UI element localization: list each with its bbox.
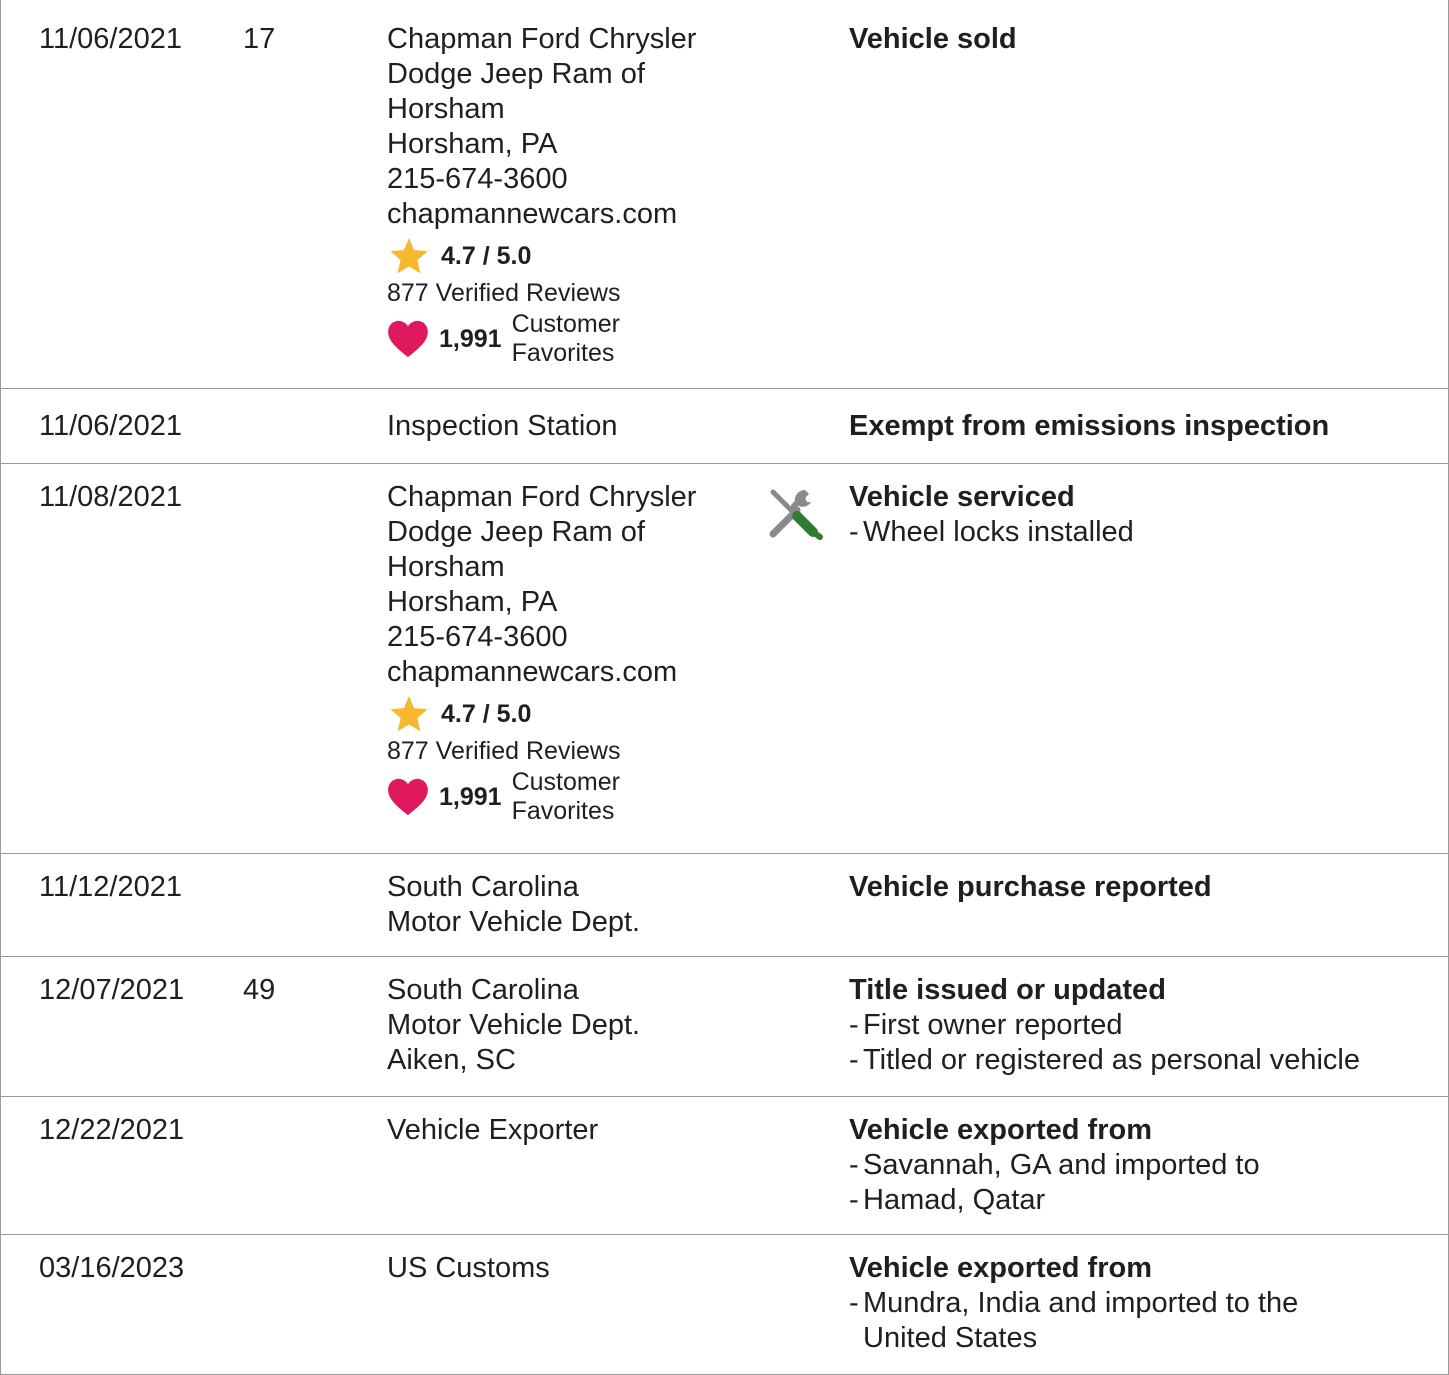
row-date: 12/22/2021 bbox=[39, 1114, 185, 1146]
customer-favorites: 1,991 Customer Favorites bbox=[387, 310, 767, 368]
service-tools-icon bbox=[767, 484, 825, 542]
row-details: Vehicle exported from Mundra, India and … bbox=[849, 1251, 1369, 1356]
history-row: 11/08/2021 Chapman Ford Chrysler Dodge J… bbox=[1, 464, 1448, 854]
favorites-label-line: Customer bbox=[511, 310, 620, 338]
event-detail: First owner reported bbox=[849, 1008, 1439, 1043]
event-title: Vehicle sold bbox=[849, 23, 1017, 55]
heart-icon bbox=[388, 320, 428, 358]
rating-value: 4.7 / 5.0 bbox=[441, 241, 532, 270]
star-icon bbox=[390, 238, 428, 274]
dealer-rating: 4.7 / 5.0 bbox=[387, 696, 767, 732]
favorites-label-line: Favorites bbox=[511, 797, 615, 825]
dealer-phone-link[interactable]: 215-674-3600 bbox=[387, 162, 767, 197]
favorites-label-line: Favorites bbox=[511, 339, 615, 367]
source-line: South Carolina bbox=[387, 871, 579, 903]
event-detail: Savannah, GA and imported to bbox=[849, 1148, 1439, 1183]
favorites-label-line: Customer bbox=[511, 768, 620, 796]
dealer-rating: 4.7 / 5.0 bbox=[387, 238, 767, 274]
favorites-count: 1,991 bbox=[439, 782, 502, 811]
source-line: Motor Vehicle Dept. bbox=[387, 1009, 641, 1041]
row-date: 11/12/2021 bbox=[39, 871, 182, 903]
source-line: Horsham, PA bbox=[387, 128, 558, 160]
source-line: Dodge Jeep Ram of bbox=[387, 516, 645, 548]
rating-value: 4.7 / 5.0 bbox=[441, 699, 532, 728]
row-date: 11/06/2021 bbox=[39, 410, 182, 442]
row-date: 12/07/2021 bbox=[39, 974, 185, 1006]
row-source: Chapman Ford Chrysler Dodge Jeep Ram of … bbox=[387, 22, 767, 368]
dealer-website-link[interactable]: chapmannewcars.com bbox=[387, 197, 767, 232]
row-details: Vehicle serviced Wheel locks installed bbox=[849, 480, 1439, 550]
history-row: 03/16/2023 US Customs Vehicle exported f… bbox=[1, 1235, 1448, 1375]
row-source: Vehicle Exporter bbox=[387, 1113, 767, 1148]
source-line: Inspection Station bbox=[387, 410, 618, 442]
row-source: South Carolina Motor Vehicle Dept. Aiken… bbox=[387, 973, 767, 1078]
row-date: 03/16/2023 bbox=[39, 1252, 185, 1284]
row-details: Vehicle sold bbox=[849, 22, 1439, 57]
star-icon bbox=[390, 696, 428, 732]
favorites-label: Customer Favorites bbox=[512, 310, 620, 368]
row-details: Title issued or updated First owner repo… bbox=[849, 973, 1439, 1078]
row-details: Vehicle purchase reported bbox=[849, 870, 1439, 905]
history-row: 11/12/2021 South Carolina Motor Vehicle … bbox=[1, 854, 1448, 957]
customer-favorites: 1,991 Customer Favorites bbox=[387, 768, 767, 826]
vehicle-history-table: 11/06/2021 17 Chapman Ford Chrysler Dodg… bbox=[0, 0, 1449, 1375]
source-line: Chapman Ford Chrysler bbox=[387, 481, 697, 513]
event-title: Vehicle exported from bbox=[849, 1252, 1152, 1284]
event-title: Vehicle purchase reported bbox=[849, 871, 1212, 903]
event-title: Vehicle exported from bbox=[849, 1114, 1152, 1146]
source-line: Vehicle Exporter bbox=[387, 1114, 599, 1146]
source-line: Dodge Jeep Ram of bbox=[387, 58, 645, 90]
event-title: Exempt from emissions inspection bbox=[849, 410, 1330, 442]
source-line: South Carolina bbox=[387, 974, 579, 1006]
history-row: 11/06/2021 17 Chapman Ford Chrysler Dodg… bbox=[1, 0, 1448, 389]
row-date: 11/08/2021 bbox=[39, 481, 182, 513]
source-line: Motor Vehicle Dept. bbox=[387, 906, 641, 938]
event-title: Title issued or updated bbox=[849, 974, 1166, 1006]
history-row: 12/07/2021 49 South Carolina Motor Vehic… bbox=[1, 957, 1448, 1097]
source-line: Horsham bbox=[387, 551, 505, 583]
event-title: Vehicle serviced bbox=[849, 481, 1075, 513]
source-line: Horsham, PA bbox=[387, 586, 558, 618]
row-source: South Carolina Motor Vehicle Dept. bbox=[387, 870, 767, 940]
verified-reviews-link[interactable]: 877 Verified Reviews bbox=[387, 736, 767, 766]
row-source: Inspection Station bbox=[387, 409, 767, 444]
favorites-label: Customer Favorites bbox=[512, 768, 620, 826]
source-line: Horsham bbox=[387, 93, 505, 125]
row-date: 11/06/2021 bbox=[39, 23, 182, 55]
event-detail: Wheel locks installed bbox=[849, 515, 1439, 550]
source-line: US Customs bbox=[387, 1252, 550, 1284]
row-mileage: 17 bbox=[243, 23, 276, 55]
event-detail: Titled or registered as personal vehicle bbox=[849, 1043, 1439, 1078]
favorites-count: 1,991 bbox=[439, 324, 502, 353]
row-details: Vehicle exported from Savannah, GA and i… bbox=[849, 1113, 1439, 1218]
verified-reviews-link[interactable]: 877 Verified Reviews bbox=[387, 278, 767, 308]
history-row: 11/06/2021 Inspection Station Exempt fro… bbox=[1, 389, 1448, 464]
row-details: Exempt from emissions inspection bbox=[849, 409, 1439, 444]
event-detail: Mundra, India and imported to the United… bbox=[849, 1286, 1369, 1356]
history-row: 12/22/2021 Vehicle Exporter Vehicle expo… bbox=[1, 1097, 1448, 1235]
row-source: Chapman Ford Chrysler Dodge Jeep Ram of … bbox=[387, 480, 767, 826]
dealer-website-link[interactable]: chapmannewcars.com bbox=[387, 655, 767, 690]
event-detail: Hamad, Qatar bbox=[849, 1183, 1439, 1218]
row-mileage: 49 bbox=[243, 974, 276, 1006]
heart-icon bbox=[388, 778, 428, 816]
source-line: Aiken, SC bbox=[387, 1044, 516, 1076]
dealer-phone-link[interactable]: 215-674-3600 bbox=[387, 620, 767, 655]
row-source: US Customs bbox=[387, 1251, 767, 1286]
source-line: Chapman Ford Chrysler bbox=[387, 23, 697, 55]
